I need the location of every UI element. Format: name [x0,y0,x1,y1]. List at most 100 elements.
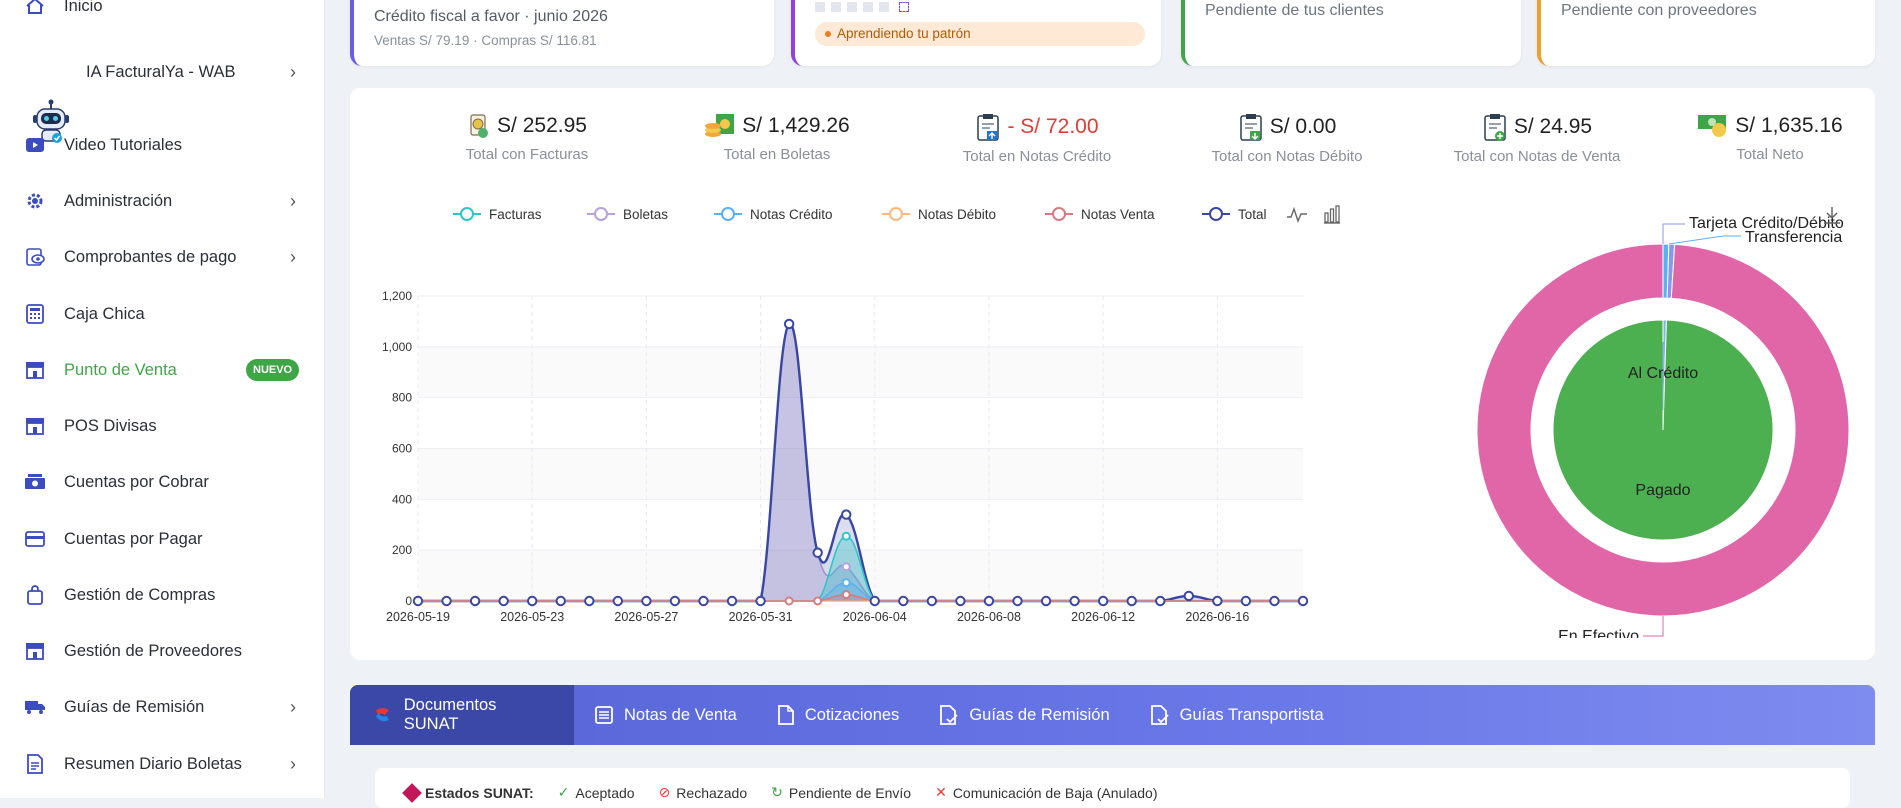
plot-band [418,499,1303,551]
y-tick-label: 400 [392,492,412,506]
legend-item-facturas[interactable]: Facturas [453,204,542,224]
x-tick-label: 2026-06-04 [843,610,907,624]
total-notas-credito: - S/ 72.00 Total en Notas Crédito [912,112,1162,165]
pie-label-al-credito: Al Crédito [1628,365,1698,382]
clipboard-plus-icon [1484,114,1506,141]
card-subtitle: Ventas S/ 79.19 · Compras S/ 116.81 [374,33,597,48]
cash-icon [24,471,46,493]
data-point [869,595,880,607]
tab-label: Cotizaciones [804,705,900,724]
data-point [898,595,909,607]
x-tick-label: 2026-05-31 [729,610,793,624]
sidebar-item-guias-remision[interactable]: Guías de Remisión › [0,685,325,729]
download-icon[interactable] [1822,205,1842,225]
chevron-right-icon: › [290,246,296,267]
sidebar-item-label: Gestión de Proveedores [64,641,242,660]
data-point [555,595,566,607]
data-point [669,595,681,607]
sidebar-item-caja-chica[interactable]: Caja Chica [0,292,325,336]
legend-item-total[interactable]: Total [1202,204,1267,224]
data-point [955,595,966,607]
legend-marker-icon [1045,204,1073,224]
money-icon [1698,115,1727,137]
tab-label: Notas de Venta [624,705,737,724]
sidebar-item-gestion-compras[interactable]: Gestión de Compras [0,573,325,617]
learning-card: Aprendiendo tu patrón [791,0,1161,66]
card-title: Crédito fiscal a favor · junio 2026 [374,8,608,25]
sidebar-item-administracion[interactable]: Administración › [0,179,325,223]
total-label: Total en Boletas [723,146,831,163]
leader-line [1662,223,1685,244]
tab-cotizaciones[interactable]: Cotizaciones [757,685,919,745]
legend-item-boletas[interactable]: Boletas [587,204,668,224]
clipboard-down-icon [1239,114,1262,141]
y-tick-label: 1,000 [382,340,412,354]
tab-documentos-sunat[interactable]: Documentos SUNAT [350,685,574,745]
sales-chart-card: S/ 252.95 Total con Facturas S/ 1,429.26… [350,88,1875,660]
sidebar-item-label: POS Divisas [64,416,157,435]
total-value: S/ 252.95 [497,114,587,137]
total-label: Total con Notas Débito [1211,148,1363,165]
sidebar-item-pos-divisas[interactable]: POS Divisas [0,404,325,448]
tab-guias-remision[interactable]: Guías de Remisión [919,685,1129,745]
legend-item-notas-venta[interactable]: Notas Venta [1045,204,1155,224]
sidebar-item-cuentas-por-cobrar[interactable]: Cuentas por Cobrar [0,460,325,504]
sidebar-item-punto-de-venta[interactable]: Punto de Venta NUEVO [0,348,325,392]
legend-label: Notas Débito [918,206,997,222]
total-value: S/ 1,429.26 [742,114,850,137]
data-point [784,596,794,606]
total-facturas: S/ 252.95 Total con Facturas [412,112,642,163]
file-check-icon [940,705,958,725]
learning-pill: Aprendiendo tu patrón [815,22,1145,46]
line-chart-icon[interactable] [1286,205,1308,225]
skeleton-bars [815,2,909,12]
data-point [1269,595,1280,607]
refresh-icon: ↻ [771,784,783,800]
sidebar-item-label: Gestión de Compras [64,585,216,604]
data-point [783,318,795,330]
sidebar-item-label: Resumen Diario Boletas [64,754,242,773]
sidebar-item-comprobantes[interactable]: Comprobantes de pago › [0,235,325,279]
sidebar-item-label: Administración [64,191,173,210]
chevron-right-icon: › [290,753,296,774]
legend-item-notas-debito[interactable]: Notas Débito [882,204,996,224]
sidebar-item-cuentas-por-pagar[interactable]: Cuentas por Pagar [0,517,325,561]
sidebar-item-resumen-diario[interactable]: Resumen Diario Boletas › [0,742,325,786]
store-icon [24,415,46,437]
truck-icon [24,696,46,718]
total-label: Total Neto [1736,146,1804,163]
pie-label-efectivo: En Efectivo [1558,628,1639,638]
sunat-status-card: Estados SUNAT: ✓ Aceptado ⊘ Rechazado ↻ Pen… [375,768,1850,808]
sidebar-item-gestion-proveedores[interactable]: Gestión de Proveedores [0,629,325,673]
legend-marker-icon [587,204,615,224]
gear-icon [24,190,46,212]
legend-marker-icon [453,204,481,224]
card-title: Pendiente de tus clientes [1205,2,1384,19]
data-point [1126,595,1137,607]
sidebar-item-label: Cuentas por Cobrar [64,472,209,491]
credit-card-icon [24,528,46,550]
total-label: Total en Notas Crédito [962,148,1112,165]
tab-guias-transportista[interactable]: Guías Transportista [1130,685,1344,745]
tab-notas-de-venta[interactable]: Notas de Venta [574,685,757,745]
tab-label: Guías Transportista [1179,705,1324,724]
data-point [1212,595,1223,607]
pie-label-transferencia: Transferencia [1745,229,1842,246]
data-point [1183,590,1195,602]
tab-label: Guías de Remisión [969,705,1110,724]
sidebar-item-ia[interactable]: IA FacturalYa - WAB › [0,50,325,143]
x-tick-label: 2026-06-08 [957,610,1021,624]
sidebar-item-inicio[interactable]: Inicio [0,0,325,28]
bar-chart-icon[interactable] [1322,204,1342,224]
data-point [813,596,823,606]
data-point [1240,595,1252,607]
block-icon: ⊘ [658,784,671,800]
sidebar-item-video-tutoriales[interactable]: Video Tutoriales [0,123,325,167]
data-point [841,578,851,588]
legend-item-notas-credito[interactable]: Notas Crédito [714,204,833,224]
data-point [584,595,595,607]
receipt-icon [470,114,489,138]
file-check-icon [1150,705,1169,725]
sunat-icon [375,708,389,722]
list-icon [595,706,613,724]
